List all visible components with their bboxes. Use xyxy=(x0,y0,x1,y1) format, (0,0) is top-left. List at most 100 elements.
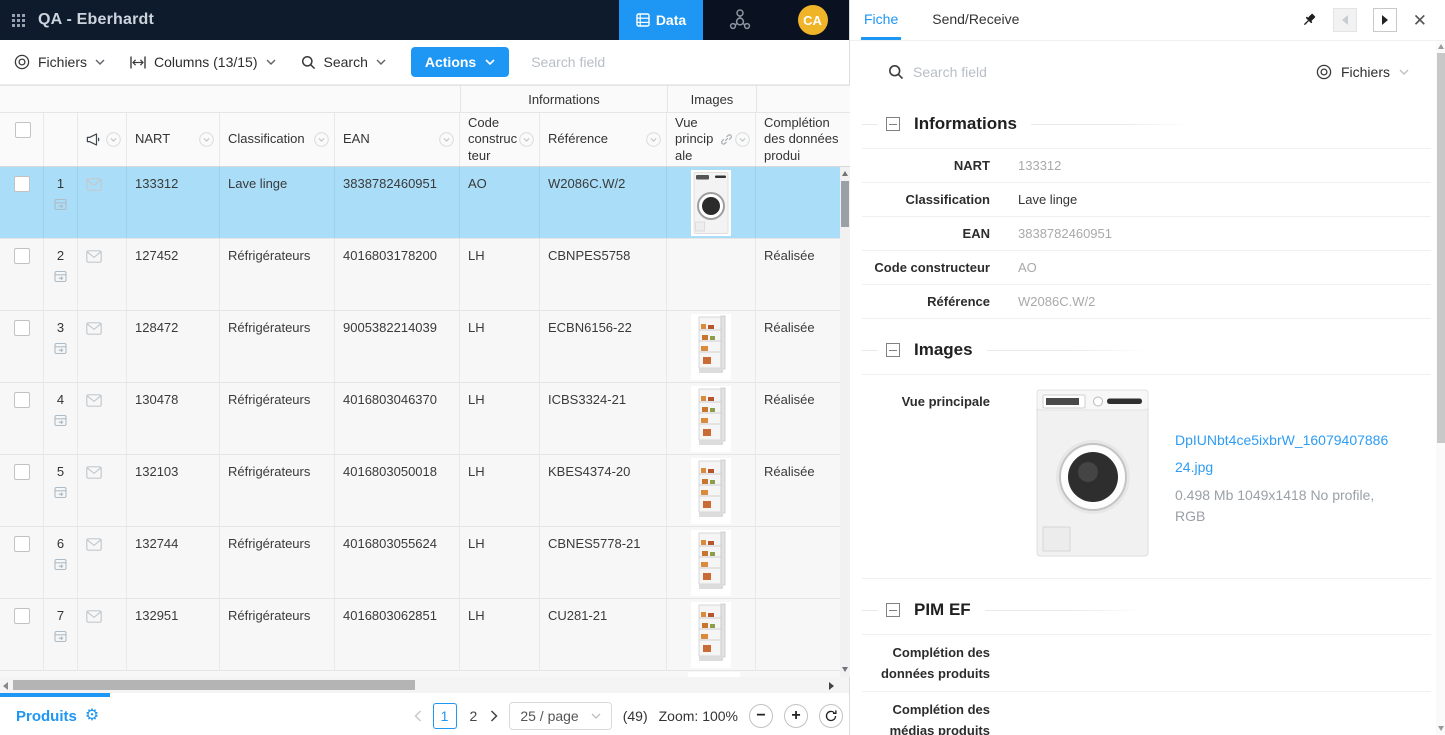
search-dropdown[interactable]: Search xyxy=(301,54,386,70)
vertical-scroll-thumb[interactable] xyxy=(841,181,849,227)
gear-icon[interactable]: ⚙ xyxy=(85,708,99,724)
panel-fichiers-dropdown[interactable]: Fichiers xyxy=(1316,64,1409,80)
page-button-1[interactable]: 1 xyxy=(433,703,457,729)
filter-chevron-icon[interactable] xyxy=(735,132,750,147)
close-icon[interactable]: ✕ xyxy=(1413,12,1427,29)
row-checkbox[interactable] xyxy=(14,176,30,192)
field-value[interactable]: Lave linge xyxy=(1018,192,1077,207)
refresh-button[interactable] xyxy=(819,704,843,728)
vertical-scrollbar[interactable] xyxy=(840,167,850,677)
field-value[interactable]: 133312 xyxy=(1018,158,1061,173)
scroll-down-arrow-icon[interactable] xyxy=(842,667,848,672)
select-all-checkbox[interactable] xyxy=(15,122,31,138)
table-body: 1 133312 Lave linge 3838782460951 AO W20… xyxy=(0,167,850,677)
row-checkbox[interactable] xyxy=(14,464,30,480)
cell-code-constructeur: LH xyxy=(460,239,540,310)
table-row[interactable]: 5 132103 Réfrigérateurs 4016803050018 LH… xyxy=(0,455,850,527)
scroll-right-arrow-icon[interactable] xyxy=(829,682,834,690)
open-record-icon[interactable] xyxy=(54,558,67,571)
table-row[interactable]: 4 130478 Réfrigérateurs 4016803046370 LH… xyxy=(0,383,850,455)
collapse-minus-icon[interactable] xyxy=(886,117,900,131)
field-value[interactable]: AO xyxy=(1018,260,1037,275)
page-size-select[interactable]: 25 / page xyxy=(509,702,611,730)
open-record-icon[interactable] xyxy=(54,198,67,211)
cell-vue-principale[interactable] xyxy=(667,527,756,598)
user-avatar[interactable]: CA xyxy=(798,5,828,35)
washer-product-image[interactable] xyxy=(1036,389,1149,557)
mail-icon[interactable] xyxy=(86,178,102,191)
arrow-left-icon xyxy=(1342,15,1348,25)
cell-vue-principale[interactable] xyxy=(667,311,756,382)
horizontal-scroll-thumb[interactable] xyxy=(13,680,415,690)
image-filename-link[interactable]: DpIUNbt4ce5ixbrW_1607940788624.jpg xyxy=(1175,427,1393,482)
pin-icon[interactable] xyxy=(1301,12,1317,28)
filter-chevron-icon[interactable] xyxy=(646,132,661,147)
row-checkbox[interactable] xyxy=(14,248,30,264)
scroll-up-arrow-icon[interactable] xyxy=(1438,44,1444,49)
zoom-out-button[interactable]: − xyxy=(749,704,773,728)
field-value[interactable]: W2086C.W/2 xyxy=(1018,294,1095,309)
table-row[interactable]: 2 127452 Réfrigérateurs 4016803178200 LH… xyxy=(0,239,850,311)
user-menu[interactable]: CA xyxy=(776,0,849,40)
field-value[interactable]: 3838782460951 xyxy=(1018,226,1112,241)
tab-send-receive[interactable]: Send/Receive xyxy=(929,0,1022,40)
mail-icon[interactable] xyxy=(86,610,102,623)
page-prev-icon[interactable] xyxy=(414,710,422,722)
open-record-icon[interactable] xyxy=(54,414,67,427)
row-checkbox[interactable] xyxy=(14,536,30,552)
tab-produits[interactable]: Produits ⚙ xyxy=(16,708,99,725)
next-record-button[interactable] xyxy=(1373,8,1397,32)
row-number-cell: 2 xyxy=(44,239,78,310)
mail-icon[interactable] xyxy=(86,250,102,263)
scroll-up-arrow-icon[interactable] xyxy=(842,171,848,176)
table-row[interactable]: 6 132744 Réfrigérateurs 4016803055624 LH… xyxy=(0,527,850,599)
app-grid-icon[interactable] xyxy=(12,14,25,27)
open-record-icon[interactable] xyxy=(54,270,67,283)
zoom-in-button[interactable]: + xyxy=(784,704,808,728)
mail-icon[interactable] xyxy=(86,466,102,479)
cell-vue-principale[interactable] xyxy=(667,599,756,670)
panel-scrollbar[interactable] xyxy=(1436,41,1445,735)
collapse-minus-icon[interactable] xyxy=(886,343,900,357)
table-row[interactable]: 3 128472 Réfrigérateurs 9005382214039 LH… xyxy=(0,311,850,383)
cell-nart: 132744 xyxy=(127,527,220,598)
data-tab-button[interactable]: Data xyxy=(619,0,703,40)
cell-vue-principale[interactable] xyxy=(667,383,756,454)
quick-search-input[interactable] xyxy=(531,54,711,70)
horizontal-scrollbar[interactable] xyxy=(0,677,849,693)
tab-fiche[interactable]: Fiche xyxy=(861,0,901,40)
filter-chevron-icon[interactable] xyxy=(106,132,121,147)
filter-chevron-icon[interactable] xyxy=(519,132,534,147)
mail-icon[interactable] xyxy=(86,394,102,407)
cell-vue-principale[interactable] xyxy=(667,167,756,238)
open-record-icon[interactable] xyxy=(54,630,67,643)
filter-chevron-icon[interactable] xyxy=(314,132,329,147)
cell-vue-principale[interactable] xyxy=(667,455,756,526)
page-next-icon[interactable] xyxy=(490,710,498,722)
mail-icon[interactable] xyxy=(86,538,102,551)
row-checkbox[interactable] xyxy=(14,392,30,408)
table-row[interactable]: 7 132951 Réfrigérateurs 4016803062851 LH… xyxy=(0,599,850,671)
panel-search-input[interactable] xyxy=(913,64,1133,80)
row-checkbox[interactable] xyxy=(14,320,30,336)
panel-scroll-thumb[interactable] xyxy=(1437,53,1445,443)
page-button-2[interactable]: 2 xyxy=(468,708,480,724)
row-number: 6 xyxy=(57,536,64,551)
open-record-icon[interactable] xyxy=(54,342,67,355)
open-record-icon[interactable] xyxy=(54,486,67,499)
columns-dropdown[interactable]: Columns (13/15) xyxy=(130,54,276,70)
filter-chevron-icon[interactable] xyxy=(439,132,454,147)
previous-record-button[interactable] xyxy=(1333,8,1357,32)
fichiers-dropdown[interactable]: Fichiers xyxy=(14,54,105,70)
group-informations: Informations xyxy=(460,86,667,112)
scroll-left-arrow-icon[interactable] xyxy=(3,682,8,690)
collapse-minus-icon[interactable] xyxy=(886,603,900,617)
filter-chevron-icon[interactable] xyxy=(199,132,214,147)
scroll-down-arrow-icon[interactable] xyxy=(1438,726,1444,731)
actions-button[interactable]: Actions xyxy=(411,47,509,77)
workflow-nav-button[interactable] xyxy=(703,0,776,40)
mail-icon[interactable] xyxy=(86,322,102,335)
cell-vue-principale[interactable] xyxy=(667,239,756,310)
table-row[interactable]: 1 133312 Lave linge 3838782460951 AO W20… xyxy=(0,167,850,239)
row-checkbox[interactable] xyxy=(14,608,30,624)
